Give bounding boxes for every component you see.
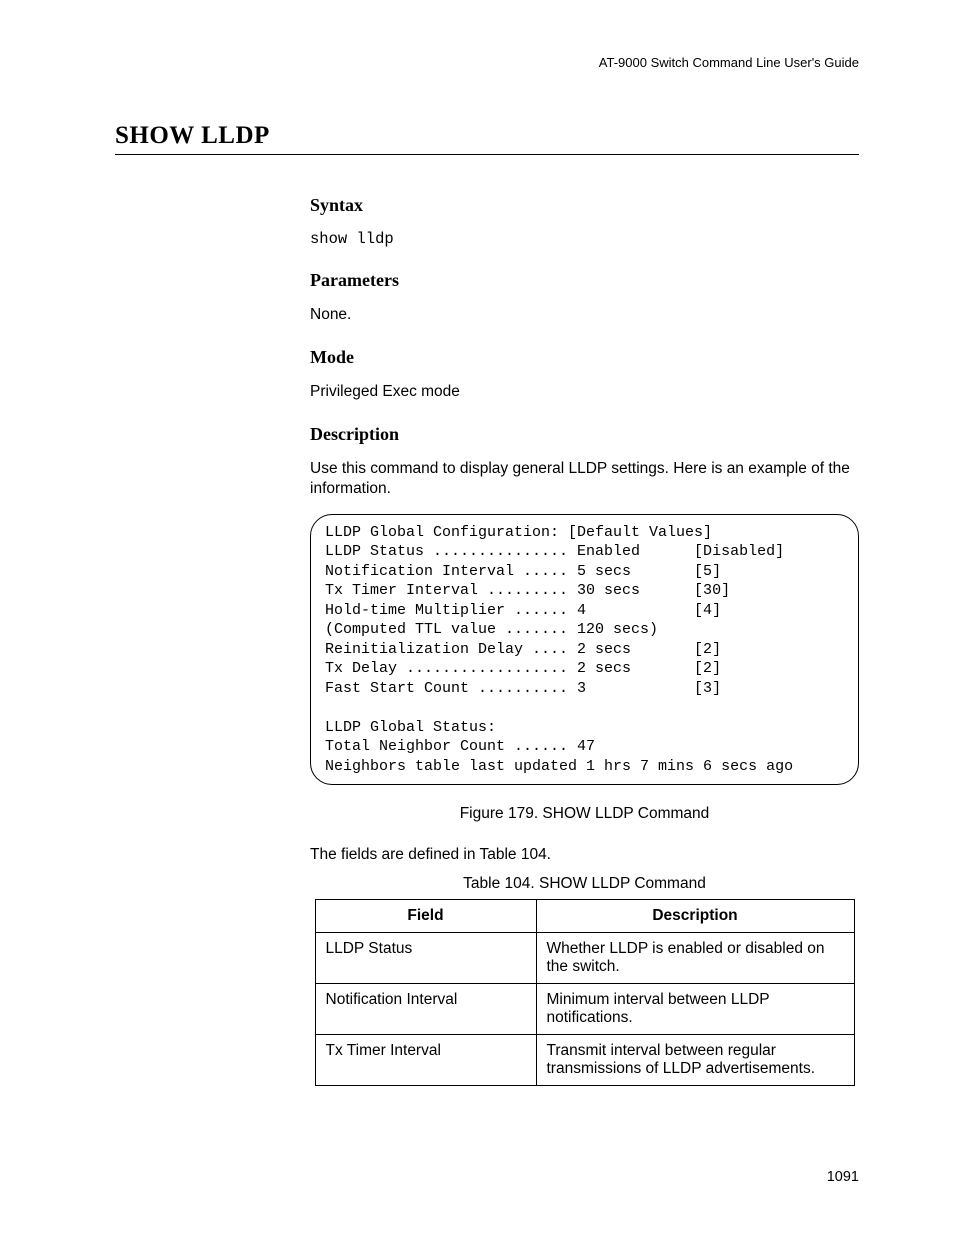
syntax-heading: Syntax — [310, 195, 859, 216]
table-cell-field: Notification Interval — [315, 984, 536, 1035]
description-heading: Description — [310, 424, 859, 445]
table-cell-description: Minimum interval between LLDP notificati… — [536, 984, 854, 1035]
output-box: LLDP Global Configuration: [Default Valu… — [310, 514, 859, 786]
table-cell-description: Whether LLDP is enabled or disabled on t… — [536, 933, 854, 984]
document-page: AT-9000 Switch Command Line User's Guide… — [0, 0, 954, 1235]
parameters-heading: Parameters — [310, 270, 859, 291]
table-row: Tx Timer Interval Transmit interval betw… — [315, 1035, 854, 1086]
table-cell-description: Transmit interval between regular transm… — [536, 1035, 854, 1086]
table-header-row: Field Description — [315, 900, 854, 933]
table-caption: Table 104. SHOW LLDP Command — [310, 875, 859, 893]
parameters-text: None. — [310, 305, 859, 325]
syntax-code: show lldp — [310, 230, 859, 248]
description-text: Use this command to display general LLDP… — [310, 459, 859, 499]
table-cell-field: LLDP Status — [315, 933, 536, 984]
table-row: LLDP Status Whether LLDP is enabled or d… — [315, 933, 854, 984]
header-guide-title: AT-9000 Switch Command Line User's Guide — [115, 55, 859, 70]
fields-intro: The fields are defined in Table 104. — [310, 845, 859, 865]
table-header-field: Field — [315, 900, 536, 933]
fields-table: Field Description LLDP Status Whether LL… — [315, 899, 855, 1086]
table-cell-field: Tx Timer Interval — [315, 1035, 536, 1086]
page-number: 1091 — [827, 1169, 859, 1185]
table-row: Notification Interval Minimum interval b… — [315, 984, 854, 1035]
content-body: Syntax show lldp Parameters None. Mode P… — [310, 195, 859, 1086]
figure-caption: Figure 179. SHOW LLDP Command — [310, 805, 859, 823]
command-title: SHOW LLDP — [115, 122, 859, 155]
mode-text: Privileged Exec mode — [310, 382, 859, 402]
mode-heading: Mode — [310, 347, 859, 368]
table-header-description: Description — [536, 900, 854, 933]
